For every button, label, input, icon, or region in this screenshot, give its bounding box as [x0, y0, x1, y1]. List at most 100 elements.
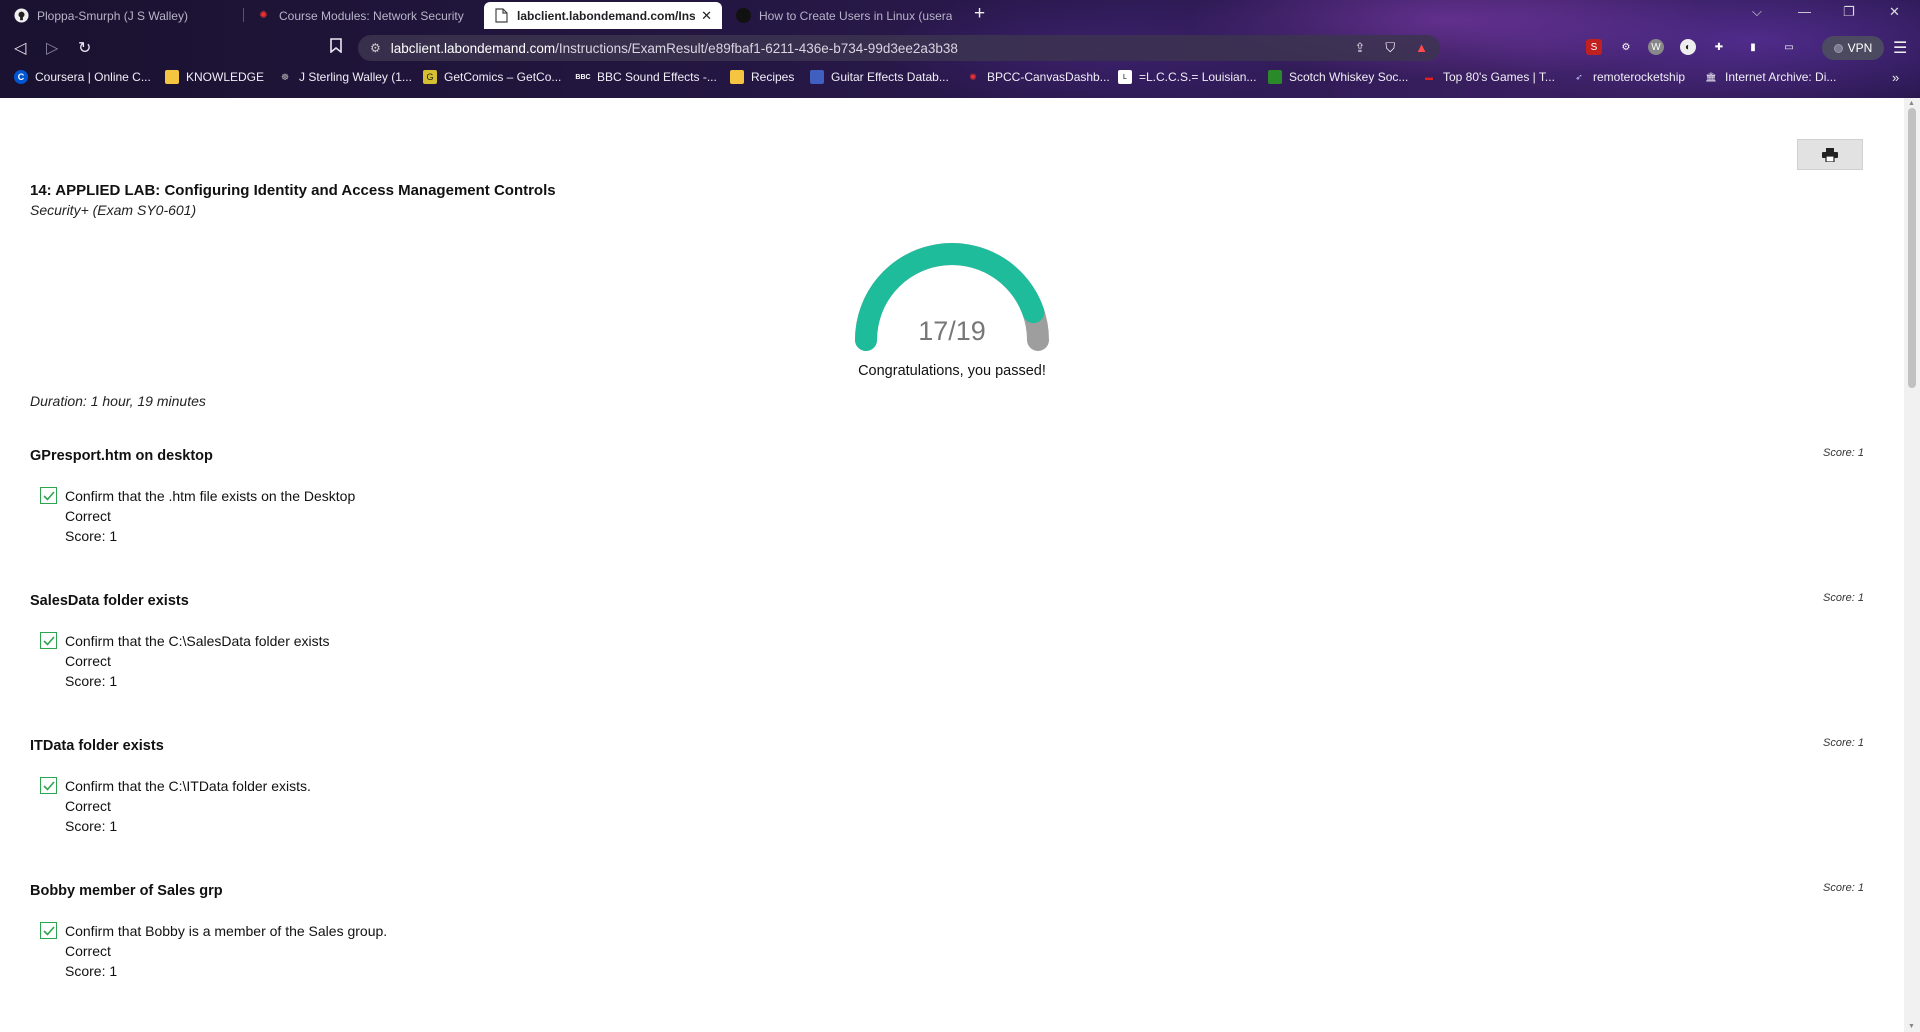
reload-icon[interactable]: ↻ — [78, 38, 91, 58]
section-score: Score: 1 — [1823, 882, 1864, 894]
bookmark-remoterocketship[interactable]: ➶ remoterocketship — [1572, 70, 1685, 84]
bookmark-internet-archive[interactable]: 🏛 Internet Archive: Di... — [1704, 70, 1836, 84]
github-icon — [14, 8, 29, 23]
bookmark-coursera[interactable]: C Coursera | Online C... — [14, 70, 151, 84]
site-icon: L — [1118, 70, 1132, 84]
check-description: Confirm that the C:\SalesData folder exi… — [65, 633, 330, 649]
wallet-icon[interactable]: ▭ — [1781, 39, 1797, 55]
tab-title: Ploppa-Smurph (J S Walley) — [37, 8, 188, 23]
window-close-icon[interactable]: ✕ — [1889, 4, 1900, 20]
scroll-up-icon[interactable]: ▲ — [1908, 100, 1915, 107]
checkmark-icon — [40, 487, 57, 504]
extension-w-icon[interactable]: W — [1648, 39, 1664, 55]
bookmarks-overflow-icon[interactable]: » — [1892, 70, 1899, 85]
check-score: Score: 1 — [65, 673, 118, 689]
site-icon — [736, 8, 751, 23]
lab-title: 14: APPLIED LAB: Configuring Identity an… — [30, 182, 556, 199]
tab-github[interactable]: Ploppa-Smurph (J S Walley) — [4, 2, 240, 29]
tab-linux-users[interactable]: How to Create Users in Linux (useradd — [726, 2, 962, 29]
bookmark-j-sterling-walley[interactable]: ☸ J Sterling Walley (1... — [278, 70, 412, 84]
check-description: Confirm that Bobby is a member of the Sa… — [65, 923, 388, 939]
games-icon: ▬ — [1425, 72, 1433, 82]
tab-title: Course Modules: Network Security De — [279, 8, 468, 23]
gear-icon[interactable]: ⚙ — [1618, 39, 1634, 55]
section-score: Score: 1 — [1823, 737, 1864, 749]
check-result: Correct — [65, 508, 111, 524]
sidebar-icon[interactable]: ▮ — [1745, 39, 1761, 55]
bookmark-bpcc-canvas[interactable]: ✺ BPCC-CanvasDashb... — [966, 70, 1110, 84]
new-tab-button[interactable]: + — [974, 3, 985, 25]
url-text: labclient.labondemand.com/Instructions/E… — [390, 40, 958, 56]
minimize-icon[interactable]: — — [1798, 4, 1811, 19]
checkmark-icon — [40, 922, 57, 939]
lab-subtitle: Security+ (Exam SY0-601) — [30, 202, 197, 218]
restore-icon[interactable]: ❐ — [1843, 4, 1855, 20]
getcomics-icon: G — [423, 70, 437, 84]
check-description: Confirm that the .htm file exists on the… — [65, 488, 356, 504]
document-icon — [494, 8, 509, 23]
bbc-icon: BBC — [575, 73, 591, 81]
bookmark-recipes[interactable]: Recipes — [730, 70, 794, 84]
tab-title: How to Create Users in Linux (useradd — [759, 8, 952, 23]
canvas-icon: ✺ — [259, 10, 268, 21]
section-score: Score: 1 — [1823, 447, 1864, 459]
puzzle-icon[interactable]: ✚ — [1711, 39, 1727, 55]
extension-circle-icon[interactable]: ◐ — [1680, 39, 1696, 55]
bookmarks-bar: C Coursera | Online C... KNOWLEDGE ☸ J S… — [0, 67, 1920, 91]
vpn-label: VPN — [1847, 41, 1873, 55]
guitar-icon — [810, 70, 824, 84]
print-button[interactable] — [1797, 139, 1863, 170]
bookmark-bbc-sound-effects[interactable]: BBC BBC Sound Effects -... — [575, 70, 716, 84]
vpn-status-icon — [1833, 43, 1843, 53]
folder-icon — [730, 70, 744, 84]
address-bar[interactable]: ⚙ labclient.labondemand.com/Instructions… — [358, 35, 1440, 61]
check-score: Score: 1 — [65, 818, 118, 834]
checkmark-icon — [40, 777, 57, 794]
scroll-down-icon[interactable]: ▼ — [1908, 1023, 1915, 1030]
bookmark-lccs[interactable]: L =L.C.C.S.= Louisian... — [1118, 70, 1256, 84]
coursera-icon: C — [14, 70, 28, 84]
site-icon: ☸ — [280, 71, 290, 82]
section-title: Bobby member of Sales grp — [30, 883, 223, 899]
brave-rewards-icon[interactable]: ▲ — [1415, 40, 1428, 56]
tab-labclient[interactable]: labclient.labondemand.com/Inst ✕ — [484, 2, 722, 29]
archive-icon: 🏛 — [1705, 71, 1717, 82]
bookmark-top-80s-games[interactable]: ▬ Top 80's Games | T... — [1422, 70, 1555, 84]
page-scrollbar[interactable]: ▲ ▼ — [1904, 98, 1920, 1032]
section-title: SalesData folder exists — [30, 593, 189, 609]
forward-icon[interactable]: ▷ — [46, 38, 58, 58]
tab-title: labclient.labondemand.com/Inst — [517, 8, 696, 23]
section-title: GPresport.htm on desktop — [30, 448, 213, 464]
extension-icon[interactable]: S — [1586, 39, 1602, 55]
canvas-icon: ✺ — [969, 71, 977, 82]
site-info-icon[interactable]: ⚙ — [370, 41, 381, 55]
scrollbar-thumb[interactable] — [1908, 108, 1916, 388]
back-icon[interactable]: ◁ — [14, 38, 26, 58]
tab-separator — [243, 8, 244, 22]
bookmark-getcomics[interactable]: G GetComics – GetCo... — [423, 70, 561, 84]
bookmark-scotch-whiskey[interactable]: Scotch Whiskey Soc... — [1268, 70, 1408, 84]
menu-icon[interactable]: ☰ — [1893, 38, 1907, 58]
score-value: 17/19 — [918, 316, 986, 346]
browser-chrome: Ploppa-Smurph (J S Walley) ✺ Course Modu… — [0, 0, 1920, 98]
brave-shield-icon[interactable]: ⛉ — [1385, 40, 1395, 56]
printer-icon — [1822, 147, 1838, 162]
bookmark-knowledge[interactable]: KNOWLEDGE — [165, 70, 264, 84]
check-result: Correct — [65, 653, 111, 669]
share-icon[interactable]: ⇪ — [1354, 40, 1365, 56]
rocket-icon: ➶ — [1575, 71, 1583, 82]
close-icon[interactable]: ✕ — [701, 8, 712, 24]
exam-result-page: 14: APPLIED LAB: Configuring Identity an… — [0, 98, 1904, 1032]
checkmark-icon — [40, 632, 57, 649]
tab-course-modules[interactable]: ✺ Course Modules: Network Security De — [246, 2, 478, 29]
check-result: Correct — [65, 798, 111, 814]
section-score: Score: 1 — [1823, 592, 1864, 604]
vpn-button[interactable]: VPN — [1822, 36, 1884, 60]
bookmark-icon[interactable] — [330, 38, 342, 58]
check-result: Correct — [65, 943, 111, 959]
toolbar: ◁ ▷ ↻ ⚙ labclient.labondemand.com/Instru… — [0, 30, 1920, 66]
bookmark-guitar-effects[interactable]: Guitar Effects Datab... — [810, 70, 949, 84]
check-score: Score: 1 — [65, 528, 118, 544]
duration-text: Duration: 1 hour, 19 minutes — [30, 393, 206, 409]
chevron-down-icon[interactable]: ⌵ — [1752, 4, 1762, 20]
